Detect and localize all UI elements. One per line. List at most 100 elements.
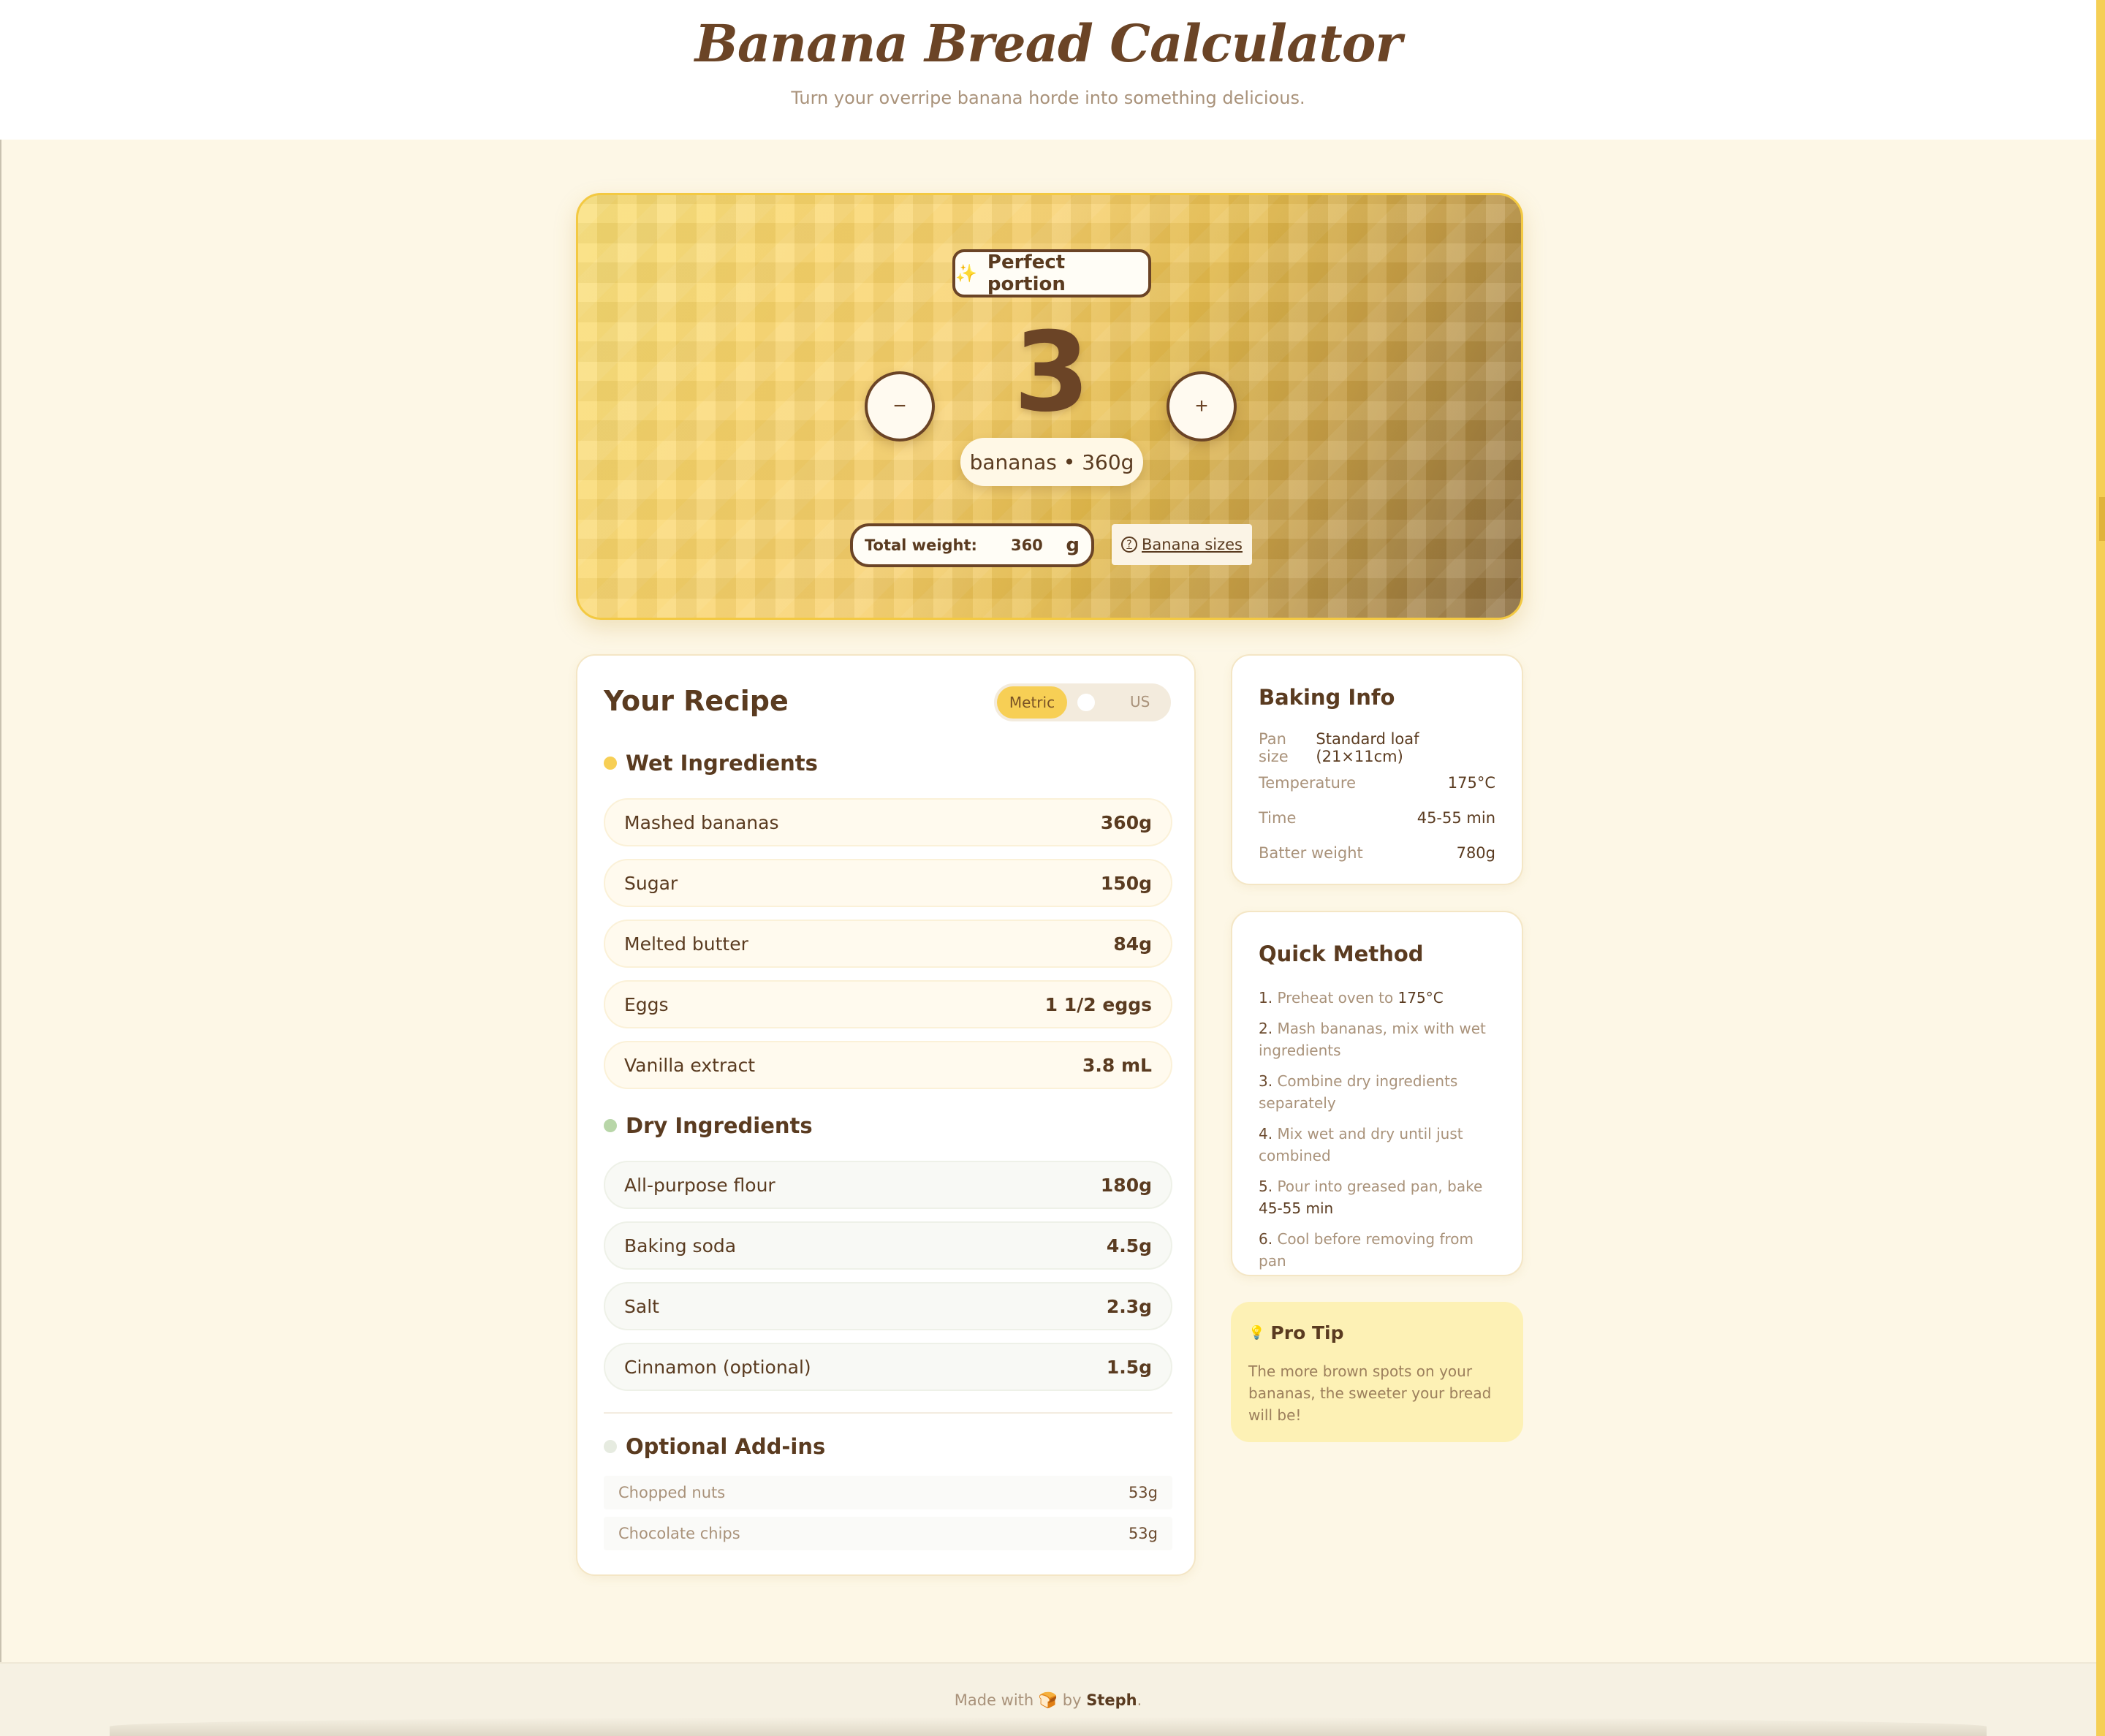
decrease-bananas-button[interactable]: − <box>865 371 935 441</box>
info-value: 45-55 min <box>1416 809 1495 827</box>
addins-heading: Optional Add-ins <box>604 1434 825 1459</box>
banana-count: 3 <box>1013 309 1091 436</box>
toggle-knob[interactable] <box>1077 694 1095 711</box>
step-text: Cool before removing from pan <box>1259 1230 1474 1270</box>
quick-method-title: Quick Method <box>1259 941 1424 966</box>
step-number: 6. <box>1259 1230 1273 1248</box>
baking-info-card: Baking Info Pan size Standard loaf (21×11… <box>1231 654 1523 885</box>
scrollbar-thumb[interactable] <box>2099 497 2105 541</box>
info-row: Time 45-55 min <box>1259 800 1495 835</box>
footer-author-link[interactable]: Steph <box>1086 1691 1137 1709</box>
footer-prefix: Made with <box>954 1691 1034 1709</box>
wet-dot-icon <box>604 757 617 770</box>
unit-toggle[interactable]: Metric US <box>994 683 1171 721</box>
addins-list: Chopped nuts 53g Chocolate chips 53g <box>604 1476 1172 1558</box>
banana-sizes-button[interactable]: ? Banana sizes <box>1112 524 1252 565</box>
addin-row: Chopped nuts 53g <box>604 1476 1172 1509</box>
method-steps: 1. Preheat oven to 175°C 2. Mash bananas… <box>1259 987 1500 1281</box>
ingredient-name: Sugar <box>624 872 678 894</box>
pro-tip-card: 💡 Pro Tip The more brown spots on your b… <box>1231 1302 1523 1442</box>
site-footer: Made with 🍞 by Steph. <box>0 1662 2096 1736</box>
step-text: Preheat oven to <box>1277 989 1398 1007</box>
addin-name: Chopped nuts <box>618 1484 726 1501</box>
info-row: Batter weight 780g <box>1259 835 1495 871</box>
addin-row: Chocolate chips 53g <box>604 1517 1172 1550</box>
step-highlight: 45-55 min <box>1259 1199 1334 1217</box>
footer-suffix: . <box>1137 1691 1142 1709</box>
ingredient-qty: 4.5g <box>1106 1235 1152 1256</box>
site-header: Banana Bread Calculator Turn your overri… <box>0 0 2096 140</box>
ingredient-name: Melted butter <box>624 933 748 955</box>
banana-sizes-label: Banana sizes <box>1142 536 1243 553</box>
info-key: Time <box>1259 809 1297 827</box>
baking-info-title: Baking Info <box>1259 685 1395 710</box>
footer-by: by <box>1062 1691 1082 1709</box>
total-weight-label: Total weight: <box>865 537 977 554</box>
toggle-us-option[interactable]: US <box>1130 693 1150 710</box>
wet-ingredients-heading: Wet Ingredients <box>604 751 818 776</box>
ingredient-row: Melted butter 84g <box>604 920 1172 968</box>
ingredient-qty: 1.5g <box>1106 1356 1152 1378</box>
info-key: Pan size <box>1259 730 1289 765</box>
addins-dot-icon <box>604 1440 617 1453</box>
ingredient-name: Baking soda <box>624 1235 737 1256</box>
step-text: Combine dry ingredients separately <box>1259 1072 1458 1112</box>
bread-icon: 🍞 <box>1038 1691 1058 1709</box>
step-text: Mix wet and dry until just combined <box>1259 1125 1463 1164</box>
pro-tip-text: The more brown spots on your bananas, th… <box>1248 1362 1492 1424</box>
info-key: Batter weight <box>1259 844 1363 862</box>
step-number: 4. <box>1259 1125 1273 1142</box>
step-text: Mash bananas, mix with wet ingredients <box>1259 1020 1486 1059</box>
dry-ingredients-list: All-purpose flour 180g Baking soda 4.5g Sa… <box>604 1161 1172 1403</box>
recipe-card: Your Recipe Metric US Wet Ingredients Ma… <box>576 654 1196 1576</box>
total-weight-input[interactable] <box>1010 537 1062 554</box>
ingredient-name: Salt <box>624 1295 659 1317</box>
ingredient-name: All-purpose flour <box>624 1174 775 1196</box>
sparkle-icon: ✨ <box>955 263 977 284</box>
ingredient-row: Sugar 150g <box>604 859 1172 907</box>
portion-badge: ✨ Perfect portion <box>952 249 1151 297</box>
method-step: 3. Combine dry ingredients separately <box>1259 1070 1500 1114</box>
ingredient-qty: 1 1/2 eggs <box>1044 993 1152 1015</box>
info-value: 175°C <box>1447 774 1495 792</box>
ingredient-qty: 360g <box>1100 811 1152 833</box>
step-number: 2. <box>1259 1020 1273 1037</box>
scrollbar[interactable] <box>2096 0 2105 1736</box>
banana-counter-panel: ✨ Perfect portion − 3 + bananas • 360g T… <box>576 193 1523 620</box>
page-title: Banana Bread Calculator <box>694 13 1403 74</box>
dry-ingredients-title: Dry Ingredients <box>626 1113 813 1138</box>
ingredient-name: Mashed bananas <box>624 811 779 833</box>
ingredient-name: Eggs <box>624 993 669 1015</box>
footer-credit: Made with 🍞 by Steph. <box>0 1691 2096 1710</box>
increase-bananas-button[interactable]: + <box>1167 371 1237 441</box>
method-step: 6. Cool before removing from pan <box>1259 1228 1500 1272</box>
pro-tip-heading: 💡 Pro Tip <box>1248 1322 1343 1343</box>
recipe-title: Your Recipe <box>604 685 789 717</box>
method-step: 5. Pour into greased pan, bake 45-55 min <box>1259 1175 1500 1219</box>
addin-name: Chocolate chips <box>618 1525 740 1542</box>
ingredient-row: Salt 2.3g <box>604 1282 1172 1330</box>
method-step: 2. Mash bananas, mix with wet ingredient… <box>1259 1017 1500 1061</box>
dry-dot-icon <box>604 1119 617 1132</box>
step-highlight: 175°C <box>1397 989 1444 1007</box>
ingredient-row: Mashed bananas 360g <box>604 798 1172 846</box>
step-text: Pour into greased pan, bake <box>1277 1178 1483 1195</box>
info-row: Pan size Standard loaf (21×11cm) <box>1259 730 1495 765</box>
ingredient-qty: 84g <box>1113 933 1152 955</box>
ingredient-name: Vanilla extract <box>624 1054 756 1076</box>
wet-ingredients-title: Wet Ingredients <box>626 751 818 776</box>
method-step: 1. Preheat oven to 175°C <box>1259 987 1500 1009</box>
info-key: Temperature <box>1259 774 1357 792</box>
toggle-metric-option[interactable]: Metric <box>997 686 1067 719</box>
step-number: 3. <box>1259 1072 1273 1090</box>
ingredient-row: All-purpose flour 180g <box>604 1161 1172 1209</box>
step-number: 5. <box>1259 1178 1273 1195</box>
ingredient-qty: 150g <box>1100 872 1152 894</box>
section-divider <box>604 1412 1172 1414</box>
ingredient-row: Cinnamon (optional) 1.5g <box>604 1343 1172 1391</box>
total-weight-field[interactable]: Total weight: g <box>850 523 1094 567</box>
ingredient-qty: 2.3g <box>1106 1295 1152 1317</box>
window-left-edge <box>0 0 1 1736</box>
addin-qty: 53g <box>1128 1484 1158 1501</box>
help-circle-icon: ? <box>1121 537 1138 553</box>
